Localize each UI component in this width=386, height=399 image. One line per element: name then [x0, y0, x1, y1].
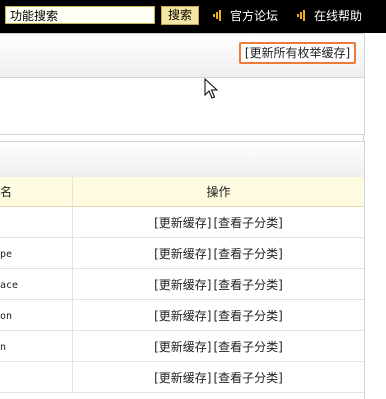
official-forum-label: 官方论坛: [230, 9, 279, 23]
column-header-actions: 操作: [72, 177, 364, 207]
category-name-cell: ace: [0, 268, 73, 300]
actions-cell: [更新缓存] [查看子分类]: [72, 237, 364, 269]
update-cache-link[interactable]: [更新缓存]: [154, 340, 211, 354]
view-subcategory-link[interactable]: [查看子分类]: [214, 247, 283, 261]
category-table: 名 操作 [更新缓存] [查看子分类] pe [更新缓存] [查看子分类] ace [更新缓…: [0, 177, 364, 393]
top-bar: 搜索 官方论坛 在线帮助: [0, 0, 386, 33]
category-name: n: [0, 342, 7, 353]
refresh-all-enum-cache-button[interactable]: [更新所有枚举缓存]: [239, 42, 356, 64]
category-panel-header: [0, 142, 364, 178]
update-cache-link[interactable]: [更新缓存]: [154, 247, 211, 261]
table-row: on [更新缓存] [查看子分类]: [0, 299, 364, 331]
official-forum-link[interactable]: 官方论坛: [213, 9, 278, 24]
actions-cell: [更新缓存] [查看子分类]: [72, 206, 364, 238]
actions-cell: [更新缓存] [查看子分类]: [72, 268, 364, 300]
table-row: [更新缓存] [查看子分类]: [0, 206, 364, 238]
table-row: n [更新缓存] [查看子分类]: [0, 330, 364, 362]
column-header-name: 名: [0, 177, 73, 207]
category-panel: 名 操作 [更新缓存] [查看子分类] pe [更新缓存] [查看子分类] ace [更新缓…: [0, 141, 365, 399]
cache-panel: [更新所有枚举缓存]: [0, 33, 365, 135]
category-name-cell: pe: [0, 237, 73, 269]
update-cache-link[interactable]: [更新缓存]: [154, 216, 211, 230]
view-subcategory-link[interactable]: [查看子分类]: [214, 371, 283, 385]
category-name: ace: [0, 280, 19, 291]
cache-panel-header: [更新所有枚举缓存]: [0, 34, 364, 78]
search-input[interactable]: [5, 6, 155, 24]
table-row: pe [更新缓存] [查看子分类]: [0, 237, 364, 269]
right-frame-edge: [363, 33, 386, 398]
view-subcategory-link[interactable]: [查看子分类]: [214, 340, 283, 354]
view-subcategory-link[interactable]: [查看子分类]: [214, 309, 283, 323]
speaker-icon: [213, 10, 221, 21]
category-name-cell: on: [0, 299, 73, 331]
category-name-cell: [0, 361, 73, 393]
speaker-icon: [297, 10, 305, 21]
mouse-cursor-icon: [204, 78, 218, 99]
online-help-link[interactable]: 在线帮助: [297, 9, 362, 24]
online-help-label: 在线帮助: [314, 9, 363, 23]
view-subcategory-link[interactable]: [查看子分类]: [214, 216, 283, 230]
update-cache-link[interactable]: [更新缓存]: [154, 309, 211, 323]
category-name-cell: [0, 206, 73, 238]
actions-cell: [更新缓存] [查看子分类]: [72, 330, 364, 362]
table-row: [更新缓存] [查看子分类]: [0, 361, 364, 393]
category-name: pe: [0, 249, 13, 260]
table-header-row: 名 操作: [0, 177, 364, 207]
actions-cell: [更新缓存] [查看子分类]: [72, 361, 364, 393]
table-row: ace [更新缓存] [查看子分类]: [0, 268, 364, 300]
category-name-cell: n: [0, 330, 73, 362]
search-button[interactable]: 搜索: [161, 6, 199, 25]
update-cache-link[interactable]: [更新缓存]: [154, 278, 211, 292]
update-cache-link[interactable]: [更新缓存]: [154, 371, 211, 385]
category-name: on: [0, 311, 13, 322]
view-subcategory-link[interactable]: [查看子分类]: [214, 278, 283, 292]
actions-cell: [更新缓存] [查看子分类]: [72, 299, 364, 331]
